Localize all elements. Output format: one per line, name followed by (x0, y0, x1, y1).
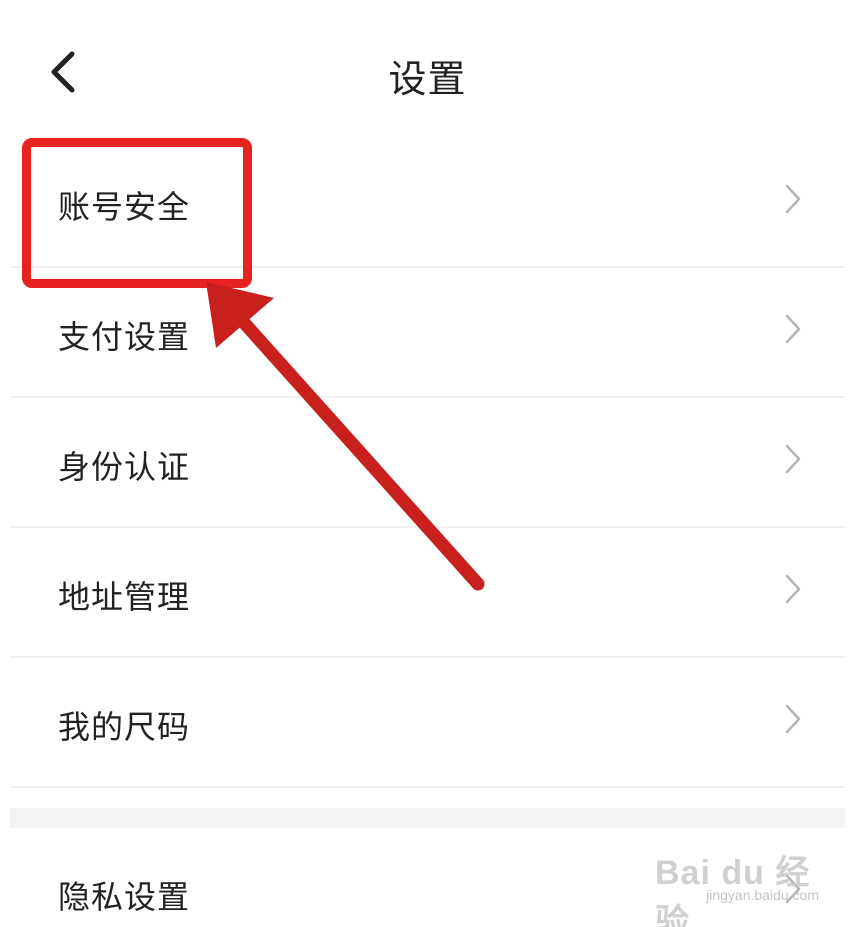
chevron-right-icon (785, 574, 801, 604)
header-bar: 设置 (0, 0, 855, 140)
settings-item-payment[interactable]: 支付设置 (10, 268, 845, 398)
page-title: 设置 (388, 57, 467, 101)
settings-list: 账号安全 支付设置 身份认证 地址管理 我的尺码 隐私设置 (0, 138, 855, 927)
chevron-right-icon (785, 704, 801, 734)
settings-item-address[interactable]: 地址管理 (10, 528, 845, 658)
section-divider (10, 808, 845, 828)
settings-item-identity[interactable]: 身份认证 (10, 398, 845, 528)
settings-item-label: 身份认证 (58, 448, 191, 486)
settings-item-my-size[interactable]: 我的尺码 (10, 658, 845, 788)
settings-item-privacy[interactable]: 隐私设置 (10, 828, 845, 927)
chevron-right-icon (785, 444, 801, 474)
settings-screen: 设置 账号安全 支付设置 身份认证 地址管理 我的尺码 隐私设置 Bai du … (0, 0, 855, 927)
settings-item-label: 支付设置 (58, 318, 191, 356)
settings-item-label: 账号安全 (58, 188, 191, 226)
settings-item-label: 隐私设置 (58, 878, 191, 916)
settings-item-label: 我的尺码 (58, 708, 191, 746)
settings-item-label: 地址管理 (58, 578, 191, 616)
settings-item-account-security[interactable]: 账号安全 (10, 138, 845, 268)
chevron-right-icon (785, 874, 801, 904)
chevron-right-icon (785, 184, 801, 214)
chevron-right-icon (785, 314, 801, 344)
